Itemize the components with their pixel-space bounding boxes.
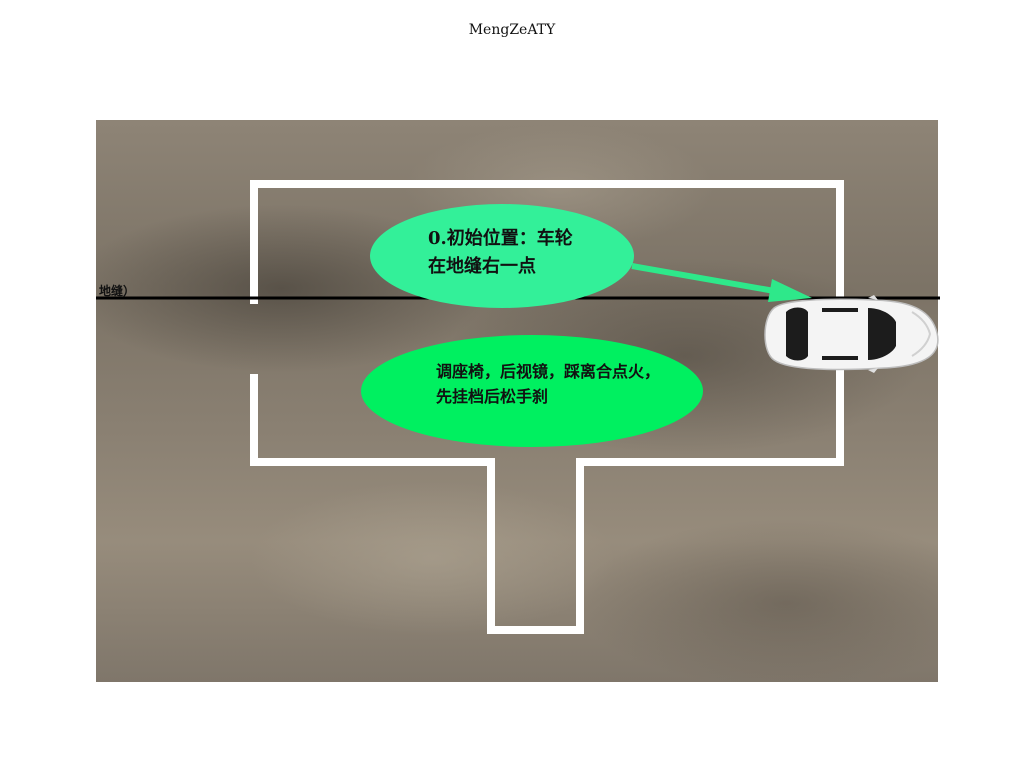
bubble-preparation-text: 调座椅，后视镜，踩离合点火， 先挂档后松手刹 bbox=[436, 360, 660, 410]
bubble-initial-position-text: 0.初始位置：车轮 在地缝右一点 bbox=[428, 225, 573, 281]
car-icon bbox=[764, 295, 939, 373]
bubble-initial-line1: 0.初始位置：车轮 bbox=[428, 228, 573, 249]
bubble-preparation-line1: 调座椅，后视镜，踩离合点火， bbox=[436, 362, 661, 381]
ground-crack-label: 地缝） bbox=[99, 284, 136, 298]
bubble-initial-line2: 在地缝右一点 bbox=[428, 255, 536, 277]
bubble-preparation-line2: 先挂档后松手刹 bbox=[436, 386, 549, 406]
